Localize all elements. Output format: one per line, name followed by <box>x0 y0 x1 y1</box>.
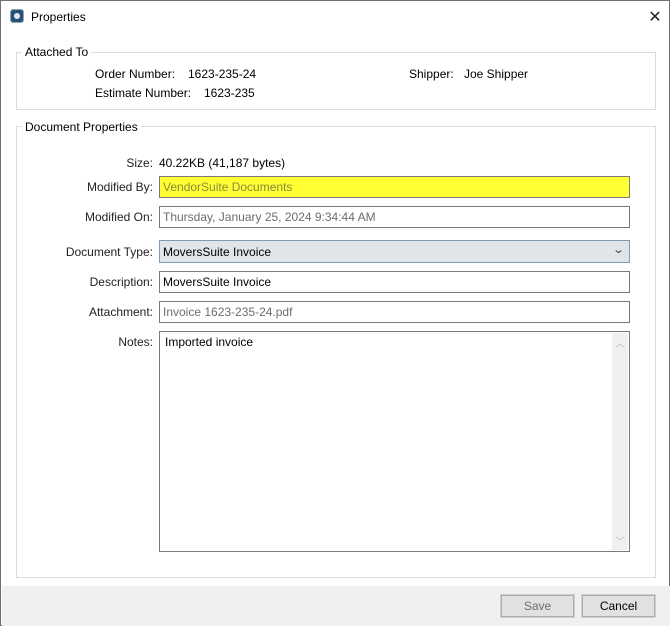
order-number-value: 1623-235-24 <box>188 67 257 81</box>
estimate-number-value: 1623-235 <box>204 86 255 100</box>
cancel-button[interactable]: Cancel <box>581 594 656 618</box>
size-value: 40.22KB (41,187 bytes) <box>159 156 286 170</box>
attached-to-legend: Attached To <box>22 45 92 59</box>
app-icon <box>10 9 24 23</box>
estimate-number-label: Estimate Number: <box>95 86 192 100</box>
notes-textarea[interactable]: Imported invoice ︿ ﹀ <box>159 331 630 552</box>
description-input[interactable]: MoversSuite Invoice <box>159 271 630 293</box>
shipper-label: Shipper: <box>409 67 454 81</box>
size-label: Size: <box>126 156 153 170</box>
modified-by-field: VendorSuite Documents <box>159 176 630 198</box>
scroll-down-icon[interactable]: ﹀ <box>615 533 625 548</box>
document-type-value: MoversSuite Invoice <box>163 245 272 259</box>
modified-by-label: Modified By: <box>86 180 153 194</box>
save-button[interactable]: Save <box>500 594 575 618</box>
close-icon[interactable]: ✕ <box>645 7 665 27</box>
document-type-label: Document Type: <box>65 245 153 259</box>
attached-to-group <box>16 52 656 110</box>
order-number-label: Order Number: <box>95 67 176 81</box>
attachment-label: Attachment: <box>88 305 153 319</box>
chevron-down-icon: ⌄ <box>611 244 625 256</box>
document-type-select[interactable]: MoversSuite Invoice ⌄ <box>159 240 630 263</box>
modified-on-label: Modified On: <box>84 210 153 224</box>
notes-text: Imported invoice <box>165 335 254 349</box>
modified-on-field: Thursday, January 25, 2024 9:34:44 AM <box>159 206 630 228</box>
shipper-value: Joe Shipper <box>464 67 529 81</box>
scroll-up-icon[interactable]: ︿ <box>615 335 625 350</box>
properties-dialog: Properties ✕ Attached To Order Number: 1… <box>0 0 670 626</box>
notes-label: Notes: <box>118 335 153 349</box>
document-properties-legend: Document Properties <box>22 120 141 134</box>
window-title: Properties <box>31 10 86 24</box>
notes-scrollbar[interactable]: ︿ ﹀ <box>612 333 628 550</box>
description-label: Description: <box>89 275 153 289</box>
attachment-field[interactable]: Invoice 1623-235-24.pdf <box>159 301 630 323</box>
